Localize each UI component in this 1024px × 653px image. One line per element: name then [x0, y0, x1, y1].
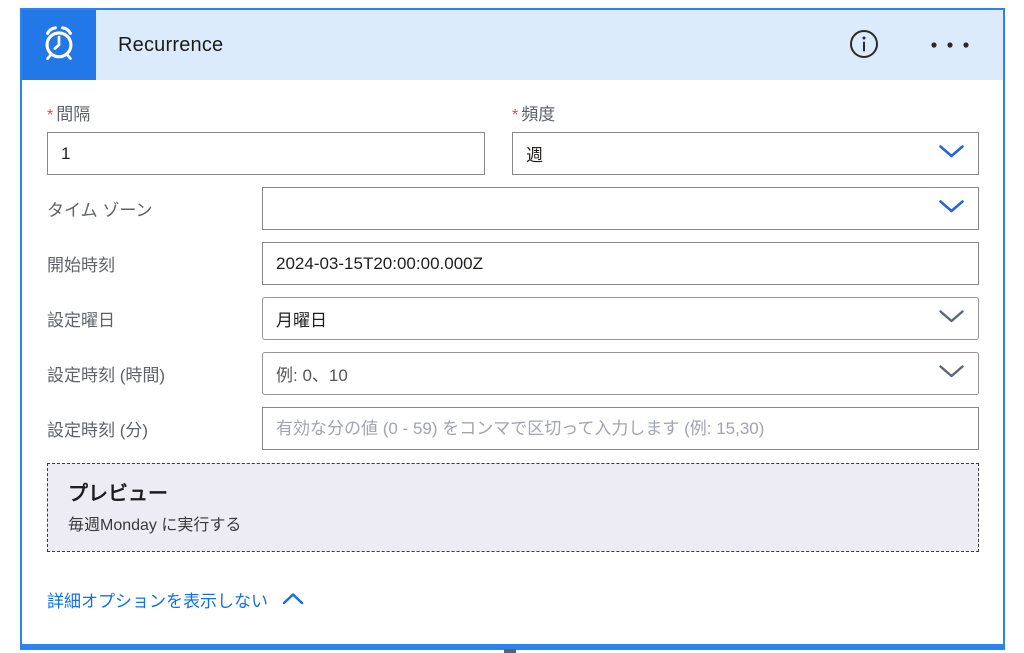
minutes-label: 設定時刻 (分)	[47, 416, 262, 441]
ellipsis-icon	[929, 38, 971, 53]
chevron-down-icon	[938, 364, 965, 384]
weekday-value: 月曜日	[276, 306, 327, 331]
timezone-dropdown[interactable]	[262, 187, 979, 230]
alarm-clock-icon	[37, 21, 81, 70]
minutes-input[interactable]	[262, 407, 979, 450]
start-time-label: 開始時刻	[47, 251, 262, 276]
weekday-label: 設定曜日	[47, 306, 262, 331]
toggle-label: 詳細オプションを表示しない	[47, 587, 268, 612]
preview-box: プレビュー 毎週Monday に実行する	[47, 463, 979, 552]
flow-connector-stub	[504, 649, 516, 653]
info-button[interactable]	[845, 25, 883, 66]
interval-input[interactable]	[47, 132, 485, 175]
start-time-input[interactable]	[262, 242, 979, 285]
preview-title: プレビュー	[68, 477, 958, 506]
chevron-up-icon	[282, 590, 304, 610]
interval-label: *間隔	[47, 100, 485, 125]
chevron-down-icon	[938, 144, 965, 164]
trigger-icon-tile	[22, 10, 96, 80]
required-marker: *	[47, 107, 53, 124]
info-icon	[847, 27, 881, 64]
recurrence-trigger-card: Recurrence	[20, 8, 1005, 650]
card-header[interactable]: Recurrence	[22, 10, 1003, 80]
required-marker: *	[512, 107, 518, 124]
preview-text: 毎週Monday に実行する	[68, 511, 958, 535]
frequency-label: *頻度	[512, 100, 979, 125]
hide-advanced-options-toggle[interactable]: 詳細オプションを表示しない	[47, 587, 304, 612]
hours-label: 設定時刻 (時間)	[47, 361, 262, 386]
chevron-down-icon	[938, 309, 965, 329]
card-title: Recurrence	[118, 34, 845, 57]
more-options-button[interactable]	[927, 36, 973, 55]
timezone-label: タイム ゾーン	[47, 196, 262, 221]
chevron-down-icon	[938, 199, 965, 219]
hours-placeholder: 例: 0、10	[276, 361, 348, 386]
weekday-dropdown[interactable]: 月曜日	[262, 297, 979, 340]
hours-dropdown[interactable]: 例: 0、10	[262, 352, 979, 395]
frequency-value: 週	[526, 141, 543, 166]
frequency-dropdown[interactable]: 週	[512, 132, 979, 175]
